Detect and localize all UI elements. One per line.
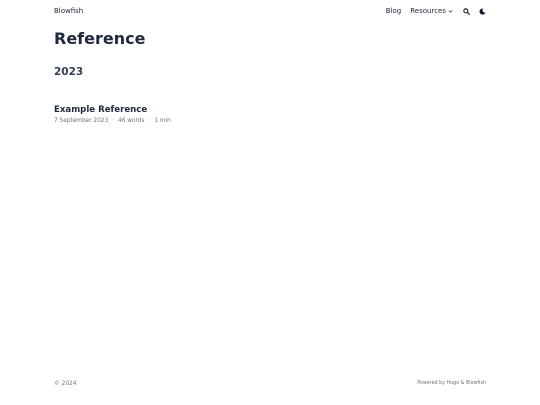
- nav-resources-dropdown[interactable]: Resources: [410, 7, 453, 15]
- meta-separator: ·: [112, 118, 115, 124]
- site-footer: © 2024 Powered by Hugo & Blowfish: [54, 379, 486, 388]
- article-date: 7 September 2023: [54, 118, 109, 124]
- article-meta: 7 September 2023 · 46 words · 1 min: [54, 118, 171, 125]
- moon-icon: [479, 7, 485, 15]
- nav-blog-link[interactable]: Blog: [386, 7, 401, 15]
- theme-toggle-button[interactable]: [478, 7, 486, 15]
- main-nav: Blog Resources: [386, 7, 486, 15]
- nav-resources-label: Resources: [410, 7, 446, 15]
- search-icon: [462, 7, 470, 15]
- page-title: Reference: [54, 29, 146, 48]
- copyright-text: © 2024: [54, 380, 77, 387]
- chevron-down-icon: [448, 9, 453, 13]
- article-word-count: 46 words: [118, 118, 145, 124]
- powered-by-text: Powered by Hugo & Blowfish: [417, 381, 486, 386]
- year-heading: 2023: [54, 66, 84, 78]
- page-container: Blowfish Blog Resources Reference 2023 E…: [54, 0, 486, 405]
- article-card: Example Reference 7 September 2023 · 46 …: [54, 97, 171, 125]
- site-header: Blowfish Blog Resources: [54, 5, 486, 17]
- search-button[interactable]: [462, 7, 470, 15]
- article-reading-time: 1 min: [154, 118, 171, 124]
- article-title-link[interactable]: Example Reference: [54, 105, 147, 115]
- site-brand-link[interactable]: Blowfish: [54, 7, 83, 15]
- meta-separator: ·: [148, 118, 151, 124]
